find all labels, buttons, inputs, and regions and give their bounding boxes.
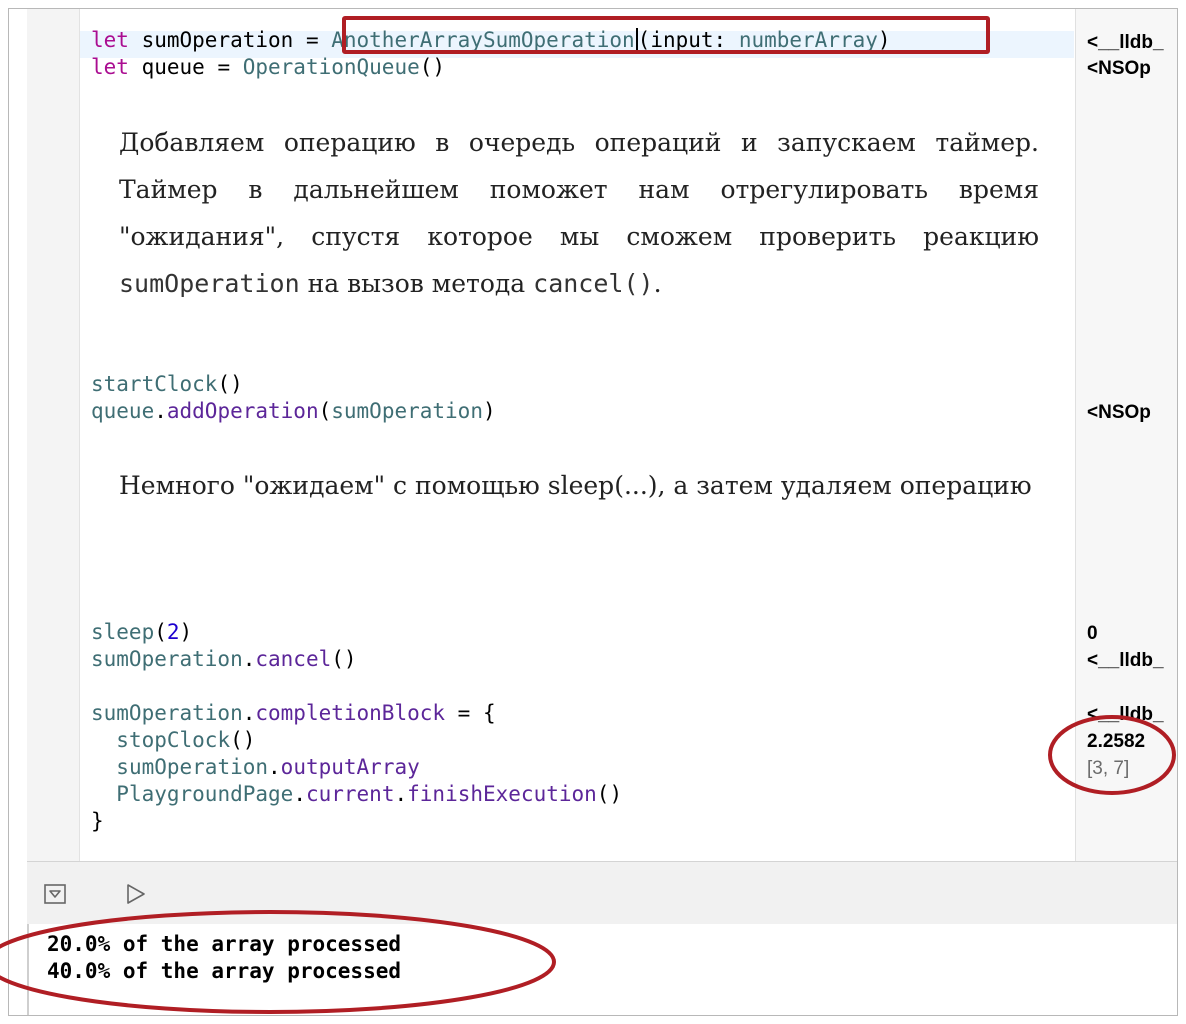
annotation-ellipse-console: [0, 910, 556, 1014]
annotation-overlay: [0, 715, 1176, 1014]
annotation-ellipse-results: [1048, 715, 1176, 795]
